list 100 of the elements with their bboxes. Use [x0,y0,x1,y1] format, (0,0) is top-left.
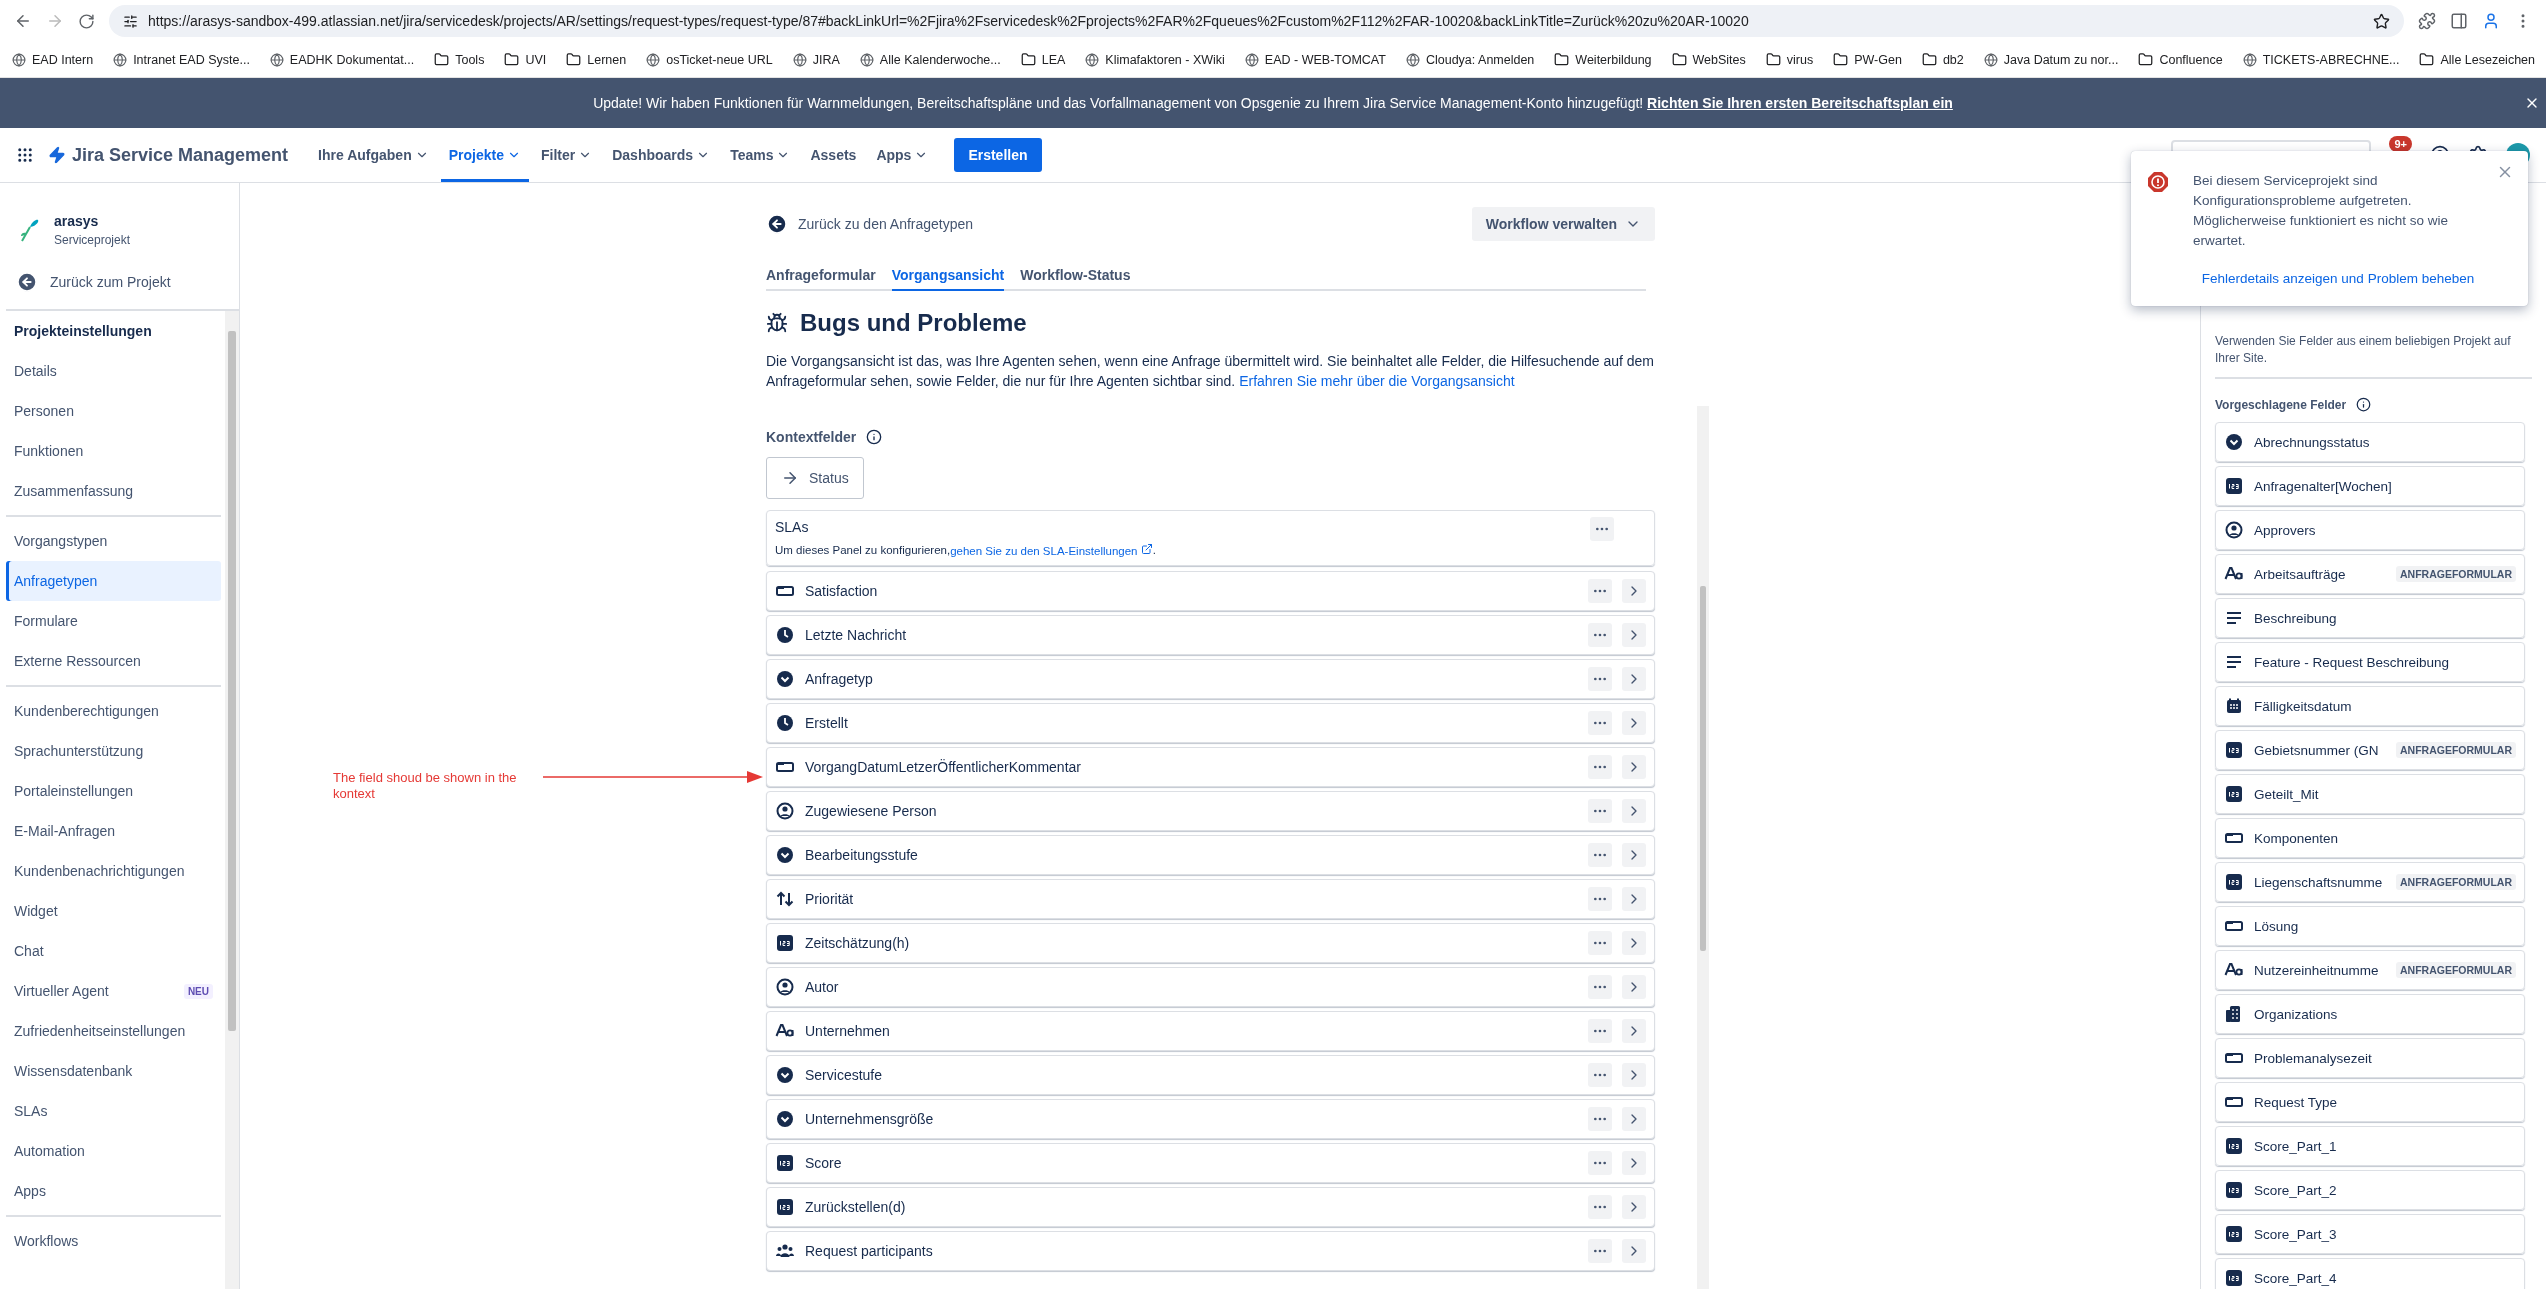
bookmark[interactable]: TICKETS-ABRECHNE... [2242,52,2400,67]
bookmark[interactable]: Lernen [566,52,627,67]
expand-button[interactable] [1622,1239,1646,1263]
field-row[interactable]: Autor [766,967,1655,1007]
sidebar-item[interactable]: Portaleinstellungen [6,771,221,811]
bookmark[interactable]: WebSites [1671,52,1746,67]
nav-item[interactable]: Projekte [440,128,529,182]
field-row[interactable]: Bearbeitungsstufe [766,835,1655,875]
side-panel-icon[interactable] [2450,12,2468,30]
nav-item[interactable]: Teams [722,128,799,182]
sidebar-item[interactable]: Wissensdatenbank [6,1051,221,1091]
field-row[interactable]: Satisfaction [766,571,1655,611]
bookmark[interactable]: Alle Lesezeichen [2419,52,2535,67]
more-button[interactable] [1588,975,1612,999]
suggested-field[interactable]: Request Type [2215,1082,2525,1122]
sidebar-item[interactable]: Apps [6,1171,221,1211]
address-field[interactable] [109,5,2404,37]
field-row[interactable]: Erstellt [766,703,1655,743]
create-button[interactable]: Erstellen [954,138,1042,172]
bookmark[interactable]: JIRA [792,52,840,67]
field-row[interactable]: Zurückstellen(d) [766,1187,1655,1227]
expand-button[interactable] [1622,1195,1646,1219]
bookmark[interactable]: Alle Kalenderwoche... [859,52,1001,67]
field-row[interactable]: Letzte Nachricht [766,615,1655,655]
nav-item[interactable]: Filter [532,128,601,182]
bookmark[interactable]: Klimafaktoren - XWiki [1085,52,1225,67]
suggested-field[interactable]: Liegenschaftsnumme ANFRAGEFORMULAR [2215,862,2525,902]
bookmark[interactable]: UVI [504,52,547,67]
expand-button[interactable] [1622,1151,1646,1175]
more-button[interactable] [1588,887,1612,911]
sidebar-item[interactable]: Zufriedenheitseinstellungen [6,1011,221,1051]
bookmark[interactable]: Java Datum zu nor... [1983,52,2119,67]
tab[interactable]: Vorgangsansicht [891,261,1005,291]
field-row[interactable]: Request participants [766,1231,1655,1271]
more-button[interactable] [1590,517,1614,541]
nav-item[interactable]: Apps [868,128,937,182]
bookmark[interactable]: virus [1765,52,1814,67]
suggested-field[interactable]: Abrechnungsstatus [2215,422,2525,462]
sidebar-item[interactable]: Personen [6,391,221,431]
bookmark[interactable]: Weiterbildung [1554,52,1652,67]
back-icon[interactable] [14,12,32,30]
sidebar-item[interactable]: Sprachunterstützung [6,731,221,771]
bookmark[interactable]: Cloudya: Anmelden [1405,52,1535,67]
status-field[interactable]: Status [766,457,864,499]
sidebar-item[interactable]: Details [6,351,221,391]
sidebar-item[interactable]: Kundenberechtigungen [6,691,221,731]
profile-icon[interactable] [2482,12,2500,30]
more-button[interactable] [1588,623,1612,647]
expand-button[interactable] [1622,755,1646,779]
sidebar-item[interactable]: Vorgangstypen [6,521,221,561]
bookmark-star-icon[interactable] [2373,12,2390,30]
suggested-field[interactable]: Gebietsnummer (GN ANFRAGEFORMULAR [2215,730,2525,770]
sidebar-item[interactable]: SLAs [6,1091,221,1131]
suggested-field[interactable]: Organizations [2215,994,2525,1034]
nav-item[interactable]: Ihre Aufgaben [310,128,437,182]
bookmark[interactable]: EAD - WEB-TOMCAT [1244,52,1386,67]
more-button[interactable] [1588,755,1612,779]
expand-button[interactable] [1622,843,1646,867]
more-button[interactable] [1588,1063,1612,1087]
suggested-field[interactable]: Lösung [2215,906,2525,946]
suggested-field[interactable]: Fälligkeitsdatum [2215,686,2525,726]
field-row[interactable]: Unternehmensgröße [766,1099,1655,1139]
nav-item[interactable]: Assets [802,128,865,182]
suggested-field[interactable]: Approvers [2215,510,2525,550]
more-button[interactable] [1588,931,1612,955]
field-row[interactable]: Zugewiesene Person [766,791,1655,831]
expand-button[interactable] [1622,887,1646,911]
bookmark[interactable]: osTicket-neue URL [646,52,773,67]
expand-button[interactable] [1622,579,1646,603]
more-button[interactable] [1588,711,1612,735]
suggested-field[interactable]: Feature - Request Beschreibung [2215,642,2525,682]
bookmark[interactable]: db2 [1921,52,1964,67]
sidebar-item[interactable]: E-Mail-Anfragen [6,811,221,851]
expand-button[interactable] [1622,1019,1646,1043]
tab[interactable]: Anfrageformular [766,261,876,291]
fix-problem-link[interactable]: Fehlerdetails anzeigen und Problem beheben [2193,271,2483,286]
learn-more-link[interactable]: Erfahren Sie mehr über die Vorgangsansicht [1239,373,1515,389]
more-button[interactable] [1588,1019,1612,1043]
more-button[interactable] [1588,579,1612,603]
info-icon[interactable] [2356,397,2372,412]
field-row[interactable]: Priorität [766,879,1655,919]
more-button[interactable] [1588,799,1612,823]
more-button[interactable] [1588,1107,1612,1131]
expand-button[interactable] [1622,1107,1646,1131]
sidebar-item[interactable]: Virtueller Agent NEU [6,971,221,1011]
suggested-field[interactable]: Score_Part_4 [2215,1258,2525,1289]
bookmark[interactable]: Tools [434,52,485,67]
suggested-field[interactable]: Score_Part_2 [2215,1170,2525,1210]
sidebar-item[interactable]: Chat [6,931,221,971]
bookmark[interactable]: PW-Gen [1833,52,1902,67]
sidebar-item[interactable]: Anfragetypen [6,561,221,601]
bookmark[interactable]: EAD Intern [12,52,94,67]
field-row[interactable]: Servicestufe [766,1055,1655,1095]
scrollbar[interactable] [1697,406,1709,1289]
scrollbar[interactable] [225,311,239,1289]
more-button[interactable] [1588,667,1612,691]
app-switcher-icon[interactable] [16,146,34,164]
bookmark[interactable]: LEA [1020,52,1066,67]
sidebar-item[interactable]: Widget [6,891,221,931]
sidebar-item[interactable]: Funktionen [6,431,221,471]
